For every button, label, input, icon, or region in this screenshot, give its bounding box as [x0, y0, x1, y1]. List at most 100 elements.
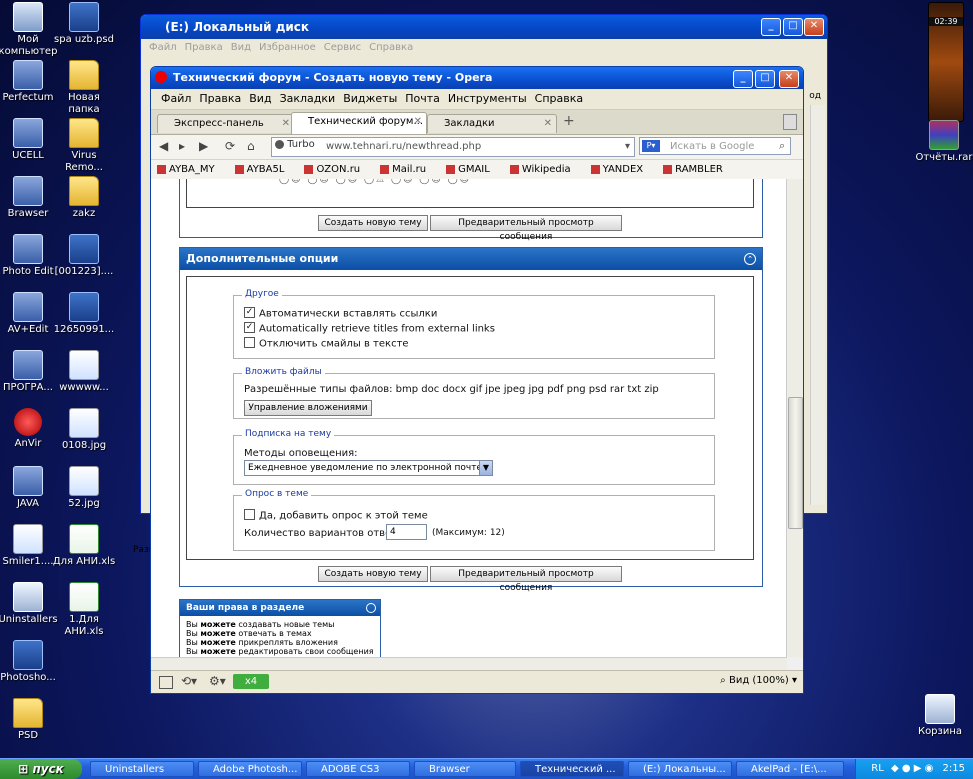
- desktop-icon[interactable]: JAVA: [0, 466, 60, 510]
- desktop-icon[interactable]: Smiler1....: [0, 524, 60, 568]
- option-autolinks[interactable]: ✓ Автоматически вставлять ссылки: [244, 307, 437, 320]
- desktop-icon[interactable]: ПРОГРА...: [0, 350, 60, 394]
- menu-item[interactable]: Избранное: [259, 42, 316, 53]
- autolinks-checkbox[interactable]: ✓: [244, 307, 255, 318]
- opera-maximize-button[interactable]: □: [755, 70, 775, 88]
- desktop-icon[interactable]: UCELL: [0, 118, 60, 162]
- taskbar-item[interactable]: (E:) Локальны...: [628, 761, 732, 777]
- opera-close-button[interactable]: ✕: [779, 70, 799, 88]
- poll-count-input[interactable]: 4: [386, 524, 427, 540]
- explorer-minimize-button[interactable]: _: [761, 18, 781, 36]
- menu-item[interactable]: Вид: [249, 92, 271, 105]
- desktop-icon[interactable]: [001223]....: [52, 234, 116, 278]
- reload-icon[interactable]: ⟳: [225, 139, 235, 153]
- explorer-scrollbar[interactable]: [810, 105, 825, 505]
- desktop-icon[interactable]: Photo Edit: [0, 234, 60, 278]
- menu-item[interactable]: Правка: [185, 42, 223, 53]
- tray-icons[interactable]: ◆ ● ▶ ◉: [891, 763, 933, 774]
- preview-button-bottom[interactable]: Предварительный просмотр сообщения: [430, 566, 622, 593]
- horizontal-scrollbar[interactable]: [151, 657, 787, 670]
- explorer-close-button[interactable]: ✕: [804, 18, 824, 36]
- bookmark-item[interactable]: RAMBLER: [663, 164, 733, 175]
- address-dropdown-icon[interactable]: ▾: [625, 138, 630, 156]
- desktop-icon[interactable]: spa uzb.psd: [52, 2, 116, 46]
- desktop-icon[interactable]: AV+Edit: [0, 292, 60, 336]
- option-add-poll[interactable]: Да, добавить опрос к этой теме: [244, 509, 428, 522]
- forward-icon[interactable]: ▶: [199, 139, 208, 153]
- tab-forum[interactable]: Технический форум... ✕: [291, 112, 427, 134]
- desktop-icon[interactable]: Новая папка: [52, 60, 116, 116]
- address-bar[interactable]: www.tehnari.ru/newthread.php ▾: [271, 137, 635, 157]
- collapse-icon[interactable]: ⌃: [744, 253, 756, 265]
- option-disable-smiles[interactable]: Отключить смайлы в тексте: [244, 337, 409, 350]
- desktop-icon-recycle-bin[interactable]: Корзина: [908, 694, 972, 738]
- bookmark-item[interactable]: Mail.ru: [380, 164, 436, 175]
- desktop-icon[interactable]: 0108.jpg: [52, 408, 116, 452]
- desktop-icon[interactable]: 1.Для АНИ.xls: [52, 582, 116, 638]
- taskbar-item[interactable]: Технический ...: [520, 761, 624, 777]
- search-engine-icon[interactable]: P▾: [642, 140, 660, 152]
- opera-title-bar[interactable]: Технический форум - Создать новую тему -…: [151, 67, 803, 89]
- close-tab-icon[interactable]: ✕: [282, 115, 290, 133]
- taskbar-item[interactable]: Adobe Photosh...: [198, 761, 302, 777]
- desktop-icon[interactable]: Virus Remo...: [52, 118, 116, 174]
- menu-item[interactable]: Справка: [369, 42, 413, 53]
- back-dropdown-icon[interactable]: ▸: [179, 139, 185, 153]
- bookmark-item[interactable]: OZON.ru: [304, 164, 370, 175]
- desktop-icon[interactable]: wwwww...: [52, 350, 116, 394]
- speed-indicator[interactable]: x4: [233, 674, 269, 689]
- start-button[interactable]: ⊞ пуск: [0, 759, 82, 779]
- desktop-icon[interactable]: 12650991...: [52, 292, 116, 336]
- desktop-icon[interactable]: PSD: [0, 698, 60, 742]
- zoom-control[interactable]: ⌕ Вид (100%) ▾: [720, 675, 797, 686]
- create-thread-button-bottom[interactable]: Создать новую тему: [318, 566, 428, 582]
- desktop-icon[interactable]: Photosho...: [0, 640, 60, 684]
- taskbar-item[interactable]: ADOBE CS3: [306, 761, 410, 777]
- network-icon[interactable]: ⚙▾: [209, 674, 226, 688]
- bookmark-item[interactable]: AYBA_MY: [157, 164, 225, 175]
- menu-item[interactable]: Правка: [199, 92, 241, 105]
- sync-icon[interactable]: ⟲▾: [181, 674, 197, 688]
- bookmark-item[interactable]: AYBA5L: [234, 164, 295, 175]
- desktop-icon-otchety[interactable]: Отчёты.rar: [912, 120, 973, 164]
- panel-toggle-icon[interactable]: [159, 676, 173, 689]
- disable-smiles-checkbox[interactable]: [244, 337, 255, 348]
- turbo-button[interactable]: Turbo: [275, 139, 315, 150]
- search-input[interactable]: Искать в Google: [639, 137, 791, 155]
- back-icon[interactable]: ◀: [159, 139, 168, 153]
- scroll-thumb[interactable]: [788, 397, 803, 529]
- tab-speed-dial[interactable]: Экспресс-панель ✕: [157, 114, 295, 133]
- manage-attachments-button[interactable]: Управление вложениями: [244, 400, 372, 416]
- vertical-scrollbar[interactable]: [786, 179, 803, 657]
- taskbar-item[interactable]: Uninstallers: [90, 761, 194, 777]
- create-thread-button[interactable]: Создать новую тему: [318, 215, 428, 231]
- menu-item[interactable]: Сервис: [324, 42, 361, 53]
- trash-icon[interactable]: [783, 114, 797, 130]
- bookmark-item[interactable]: YANDEX: [590, 164, 654, 175]
- option-retrieve-titles[interactable]: ✓ Automatically retrieve titles from exte…: [244, 322, 495, 335]
- menu-item[interactable]: Закладки: [280, 92, 336, 105]
- chevron-down-icon[interactable]: ▼: [479, 461, 492, 475]
- explorer-title-bar[interactable]: (E:) Локальный диск _ □ ✕: [141, 15, 827, 39]
- menu-item[interactable]: Виджеты: [343, 92, 397, 105]
- desktop-icon[interactable]: AnVir: [0, 408, 60, 450]
- desktop-icon[interactable]: Мой компьютер: [0, 2, 60, 58]
- taskbar-item[interactable]: Brawser: [414, 761, 516, 777]
- clock[interactable]: 2:15: [943, 763, 965, 774]
- menu-item[interactable]: Файл: [149, 42, 177, 53]
- menu-item[interactable]: Справка: [535, 92, 583, 105]
- notify-method-select[interactable]: Ежедневное уведомление по электронной по…: [244, 460, 493, 476]
- new-tab-icon[interactable]: +: [563, 113, 575, 129]
- language-indicator[interactable]: RL: [871, 763, 884, 774]
- desktop-icon[interactable]: 52.jpg: [52, 466, 116, 510]
- search-icon[interactable]: ⌕: [779, 139, 785, 153]
- desktop-icon[interactable]: Для АНИ.xls: [52, 524, 116, 568]
- close-tab-icon[interactable]: ✕: [544, 115, 552, 133]
- menu-item[interactable]: Вид: [231, 42, 251, 53]
- close-tab-icon[interactable]: ✕: [414, 113, 422, 131]
- clock-gadget[interactable]: 02:39: [928, 2, 964, 122]
- tab-bookmarks[interactable]: Закладки ✕: [427, 114, 557, 133]
- home-icon[interactable]: ⌂: [247, 139, 255, 153]
- menu-item[interactable]: Файл: [161, 92, 191, 105]
- taskbar-item[interactable]: AkelPad - [E:\...: [736, 761, 844, 777]
